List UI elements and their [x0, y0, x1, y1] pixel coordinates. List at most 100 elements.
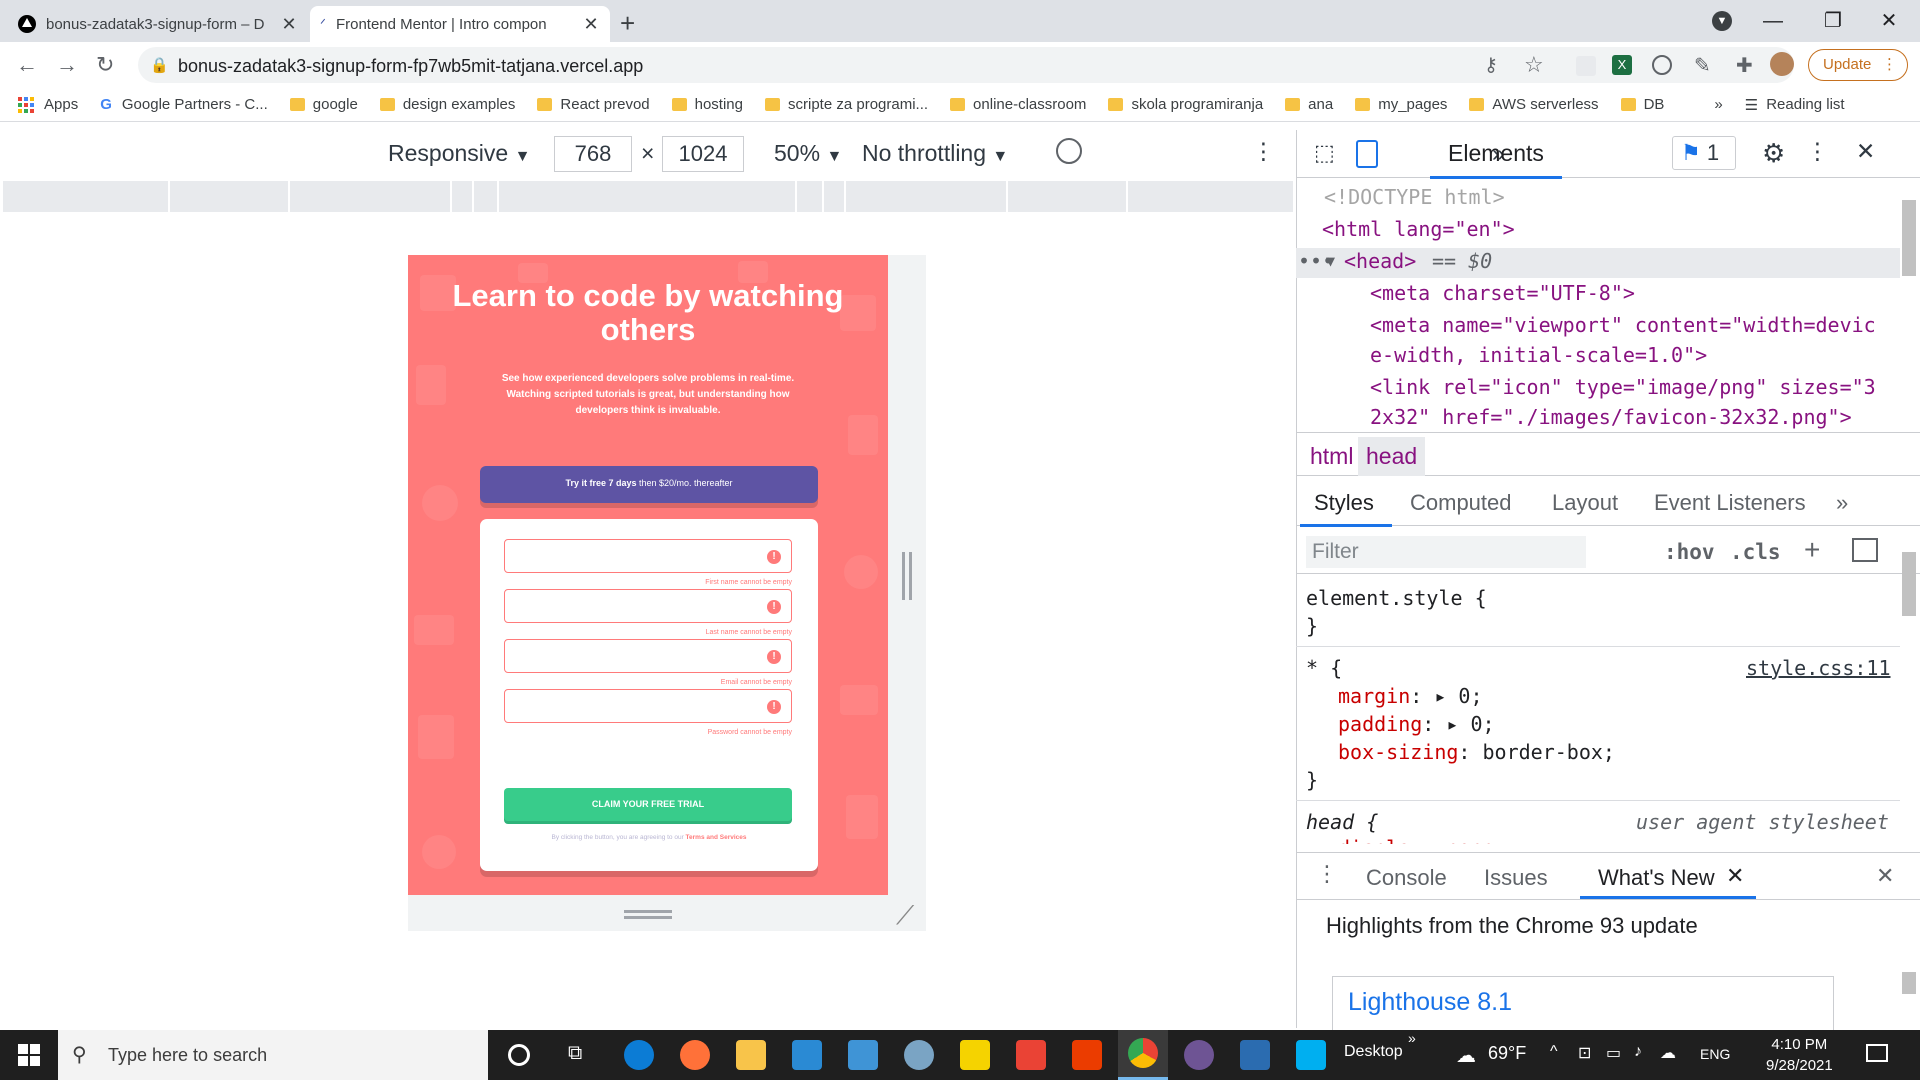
drawer-menu-icon[interactable]: ⋮: [1316, 861, 1338, 887]
input-language[interactable]: ENG: [1700, 1046, 1730, 1062]
bookmark-scripte[interactable]: scripte za programi...: [765, 96, 928, 113]
dom-meta-viewport-cont[interactable]: e-width, initial-scale=1.0">: [1370, 340, 1707, 371]
password-field[interactable]: !: [504, 689, 792, 723]
dom-head-node[interactable]: <head>: [1344, 246, 1416, 277]
tab-whats-new[interactable]: What's New: [1598, 865, 1715, 891]
task-view-icon[interactable]: ⧉: [568, 1042, 582, 1065]
cortana-icon[interactable]: [508, 1044, 530, 1066]
breadcrumb-html[interactable]: html: [1310, 443, 1353, 470]
office-icon[interactable]: [1072, 1040, 1102, 1070]
box-sizing-declaration[interactable]: box-sizing: border-box;: [1338, 738, 1615, 766]
bookmark-google[interactable]: google: [289, 96, 358, 113]
desktop-toolbar[interactable]: Desktop: [1344, 1043, 1403, 1061]
minimize-window-button[interactable]: —: [1750, 4, 1796, 38]
restore-window-button[interactable]: ❐: [1810, 4, 1856, 38]
new-tab-button[interactable]: +: [620, 8, 635, 39]
close-whats-new-icon[interactable]: ✕: [1726, 863, 1744, 889]
tab-styles[interactable]: Styles: [1314, 490, 1374, 516]
windows-start-icon[interactable]: [18, 1044, 40, 1066]
paint-icon[interactable]: [904, 1040, 934, 1070]
photos-icon[interactable]: [1240, 1040, 1270, 1070]
key-icon[interactable]: ⚷: [1484, 54, 1498, 77]
terms-link[interactable]: Terms and Services: [686, 834, 747, 841]
notifications-icon[interactable]: [1866, 1044, 1888, 1062]
stylesheet-link[interactable]: style.css:11: [1746, 654, 1891, 682]
add-rule-icon[interactable]: +: [1804, 534, 1820, 566]
last-name-field[interactable]: !: [504, 589, 792, 623]
file-explorer-icon[interactable]: [736, 1040, 766, 1070]
volume-icon[interactable]: ♪: [1634, 1043, 1642, 1061]
expand-arrow-icon[interactable]: ▼: [1326, 246, 1335, 277]
dom-meta-charset[interactable]: <meta charset="UTF-8">: [1370, 278, 1635, 309]
dom-link-icon[interactable]: <link rel="icon" type="image/png" sizes=…: [1370, 372, 1876, 403]
show-hidden-icons[interactable]: ^: [1550, 1043, 1558, 1061]
onedrive-icon[interactable]: ☁: [1660, 1043, 1676, 1063]
tab-signup-form[interactable]: bonus-zadatak3-signup-form – D ✕: [8, 6, 308, 42]
tab-elements[interactable]: Elements: [1448, 140, 1544, 167]
vscode-icon[interactable]: [792, 1040, 822, 1070]
chrome-taskbar-active[interactable]: [1118, 1030, 1168, 1080]
mail-icon[interactable]: [848, 1040, 878, 1070]
settings-gear-icon[interactable]: ⚙: [1762, 138, 1785, 169]
lock-icon[interactable]: 🔒: [150, 56, 169, 74]
rotate-icon[interactable]: [1056, 138, 1082, 164]
skype-icon[interactable]: [1296, 1040, 1326, 1070]
extension-circle-icon[interactable]: [1652, 55, 1672, 75]
sticky-notes-icon[interactable]: [960, 1040, 990, 1070]
universal-selector[interactable]: * {: [1306, 654, 1342, 682]
dom-scrollbar[interactable]: [1902, 200, 1916, 276]
battery-icon[interactable]: ▭: [1606, 1043, 1621, 1063]
firefox-icon[interactable]: [680, 1040, 710, 1070]
tab-layout[interactable]: Layout: [1552, 490, 1618, 516]
device-mode-select[interactable]: Responsive ▼: [388, 140, 530, 167]
tab-computed[interactable]: Computed: [1410, 490, 1512, 516]
reload-icon[interactable]: ↻: [96, 52, 114, 78]
bookmark-hosting[interactable]: hosting: [671, 96, 743, 113]
bookmark-react-prevod[interactable]: React prevod: [537, 96, 650, 113]
dom-doctype[interactable]: <!DOCTYPE html>: [1324, 182, 1505, 213]
inspect-element-icon[interactable]: ⬚: [1314, 140, 1335, 166]
profile-avatar[interactable]: [1770, 52, 1794, 76]
margin-declaration[interactable]: margin: ▸ 0;: [1338, 682, 1483, 710]
cls-toggle[interactable]: .cls: [1730, 540, 1781, 564]
zoom-select[interactable]: 50% ▼: [774, 140, 842, 167]
first-name-field[interactable]: !: [504, 539, 792, 573]
bookmark-star-icon[interactable]: ☆: [1524, 52, 1544, 78]
dom-link-icon-cont[interactable]: 2x32" href="./images/favicon-32x32.png">: [1370, 402, 1852, 433]
height-input[interactable]: 1024: [662, 136, 744, 172]
tab-frontend-mentor[interactable]: ᐟ Frontend Mentor | Intro compon ✕: [310, 6, 610, 42]
toggle-sidebar-icon[interactable]: [1852, 538, 1878, 562]
gmail-icon[interactable]: [1016, 1040, 1046, 1070]
resize-handle-right[interactable]: [902, 552, 912, 600]
hov-toggle[interactable]: :hov: [1664, 540, 1715, 564]
tab-console[interactable]: Console: [1366, 865, 1447, 891]
media-query-ruler[interactable]: [3, 181, 1293, 212]
bookmark-aws[interactable]: AWS serverless: [1469, 96, 1599, 113]
excel-extension-icon[interactable]: X: [1612, 55, 1632, 75]
desktop-expand-icon[interactable]: »: [1408, 1030, 1416, 1046]
styles-filter-input[interactable]: Filter: [1306, 536, 1586, 568]
edge-icon[interactable]: [624, 1040, 654, 1070]
weather-temp[interactable]: 69°F: [1488, 1043, 1526, 1064]
email-field[interactable]: !: [504, 639, 792, 673]
back-icon[interactable]: ←: [16, 52, 38, 78]
bookmark-db[interactable]: DB: [1620, 96, 1664, 113]
padding-declaration[interactable]: padding: ▸ 0;: [1338, 710, 1495, 738]
tab-event-listeners[interactable]: Event Listeners: [1654, 490, 1806, 516]
bookmark-my-pages[interactable]: my_pages: [1355, 96, 1447, 113]
tab-issues[interactable]: Issues: [1484, 865, 1548, 891]
breadcrumb-head[interactable]: head: [1358, 437, 1426, 476]
more-panes-icon[interactable]: »: [1836, 490, 1848, 516]
tab-search-icon[interactable]: ▼: [1712, 11, 1732, 31]
dom-meta-viewport[interactable]: <meta name="viewport" content="width=dev…: [1370, 310, 1876, 341]
taskbar-search[interactable]: ⚲ Type here to search: [58, 1030, 488, 1080]
forward-icon[interactable]: →: [56, 52, 78, 78]
extension-icon[interactable]: [1576, 56, 1596, 76]
system-clock[interactable]: 4:10 PM 9/28/2021: [1766, 1034, 1833, 1076]
github-desktop-icon[interactable]: [1184, 1040, 1214, 1070]
drawer-scrollbar[interactable]: [1902, 972, 1916, 994]
close-tab-icon[interactable]: ✕: [280, 14, 298, 35]
close-tab-icon[interactable]: ✕: [582, 14, 600, 35]
element-style-selector[interactable]: element.style {: [1306, 584, 1487, 612]
reading-list[interactable]: ☰ Reading list: [1745, 96, 1845, 114]
